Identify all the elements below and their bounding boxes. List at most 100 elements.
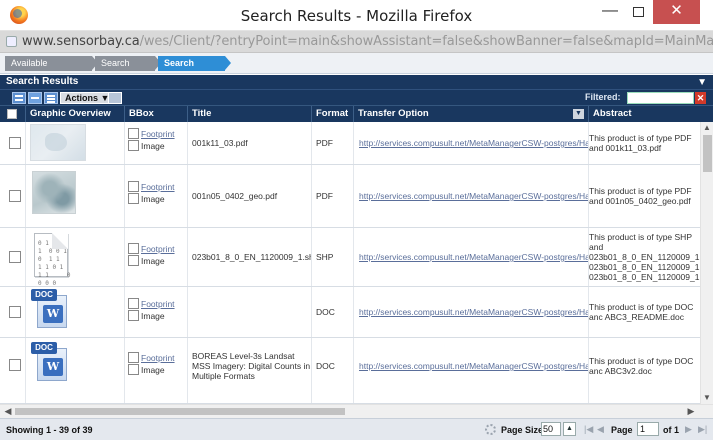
page-number-input[interactable]: 1 xyxy=(637,422,659,436)
image-checkbox[interactable] xyxy=(128,140,139,151)
table-row[interactable]: Footprint Image 001n05_0402_geo.pdf PDF … xyxy=(0,165,700,228)
table-row[interactable]: DOC W Footprint Image BOREAS Level-3s La… xyxy=(0,338,700,404)
site-identity-icon[interactable] xyxy=(6,36,17,47)
row-abstract: This product is of type SHP and 023b01_8… xyxy=(589,232,700,282)
clear-filter-button[interactable]: ✕ xyxy=(695,92,706,104)
next-page-icon[interactable]: ▶ xyxy=(685,424,692,435)
footprint-link[interactable]: Footprint xyxy=(141,353,175,363)
pagination-bar: Showing 1 - 39 of 39 Page Size: 50 ▲ |◀ … xyxy=(0,418,713,440)
transfer-link[interactable]: http://services.compusult.net/MetaManage… xyxy=(359,307,588,317)
results-table: Footprint Image 001k11_03.pdf PDF http:/… xyxy=(0,122,700,404)
page-size-dropdown-icon[interactable]: ▲ xyxy=(563,422,576,436)
breadcrumb-available-collections[interactable]: Available Collections xyxy=(5,56,98,83)
image-checkbox[interactable] xyxy=(128,364,139,375)
column-header-bbox[interactable]: BBox xyxy=(125,106,188,123)
select-all-checkbox[interactable] xyxy=(0,106,26,123)
actions-menu-button[interactable]: Actions ▼ xyxy=(60,92,115,104)
image-label: Image xyxy=(141,141,165,151)
results-toolbar: Actions ▼ Filtered: ✕ xyxy=(0,89,713,105)
row-format: DOC xyxy=(316,361,335,371)
row-checkbox[interactable] xyxy=(9,359,21,371)
scroll-right-icon[interactable]: ▶ xyxy=(685,405,697,418)
map-thumbnail[interactable] xyxy=(32,171,76,214)
table-row[interactable]: Footprint Image 001k11_03.pdf PDF http:/… xyxy=(0,122,700,165)
scroll-down-icon[interactable]: ▼ xyxy=(701,392,713,404)
maximize-button[interactable] xyxy=(624,0,652,24)
table-row[interactable]: DOC W Footprint Image DOC http://service… xyxy=(0,287,700,338)
column-header-format[interactable]: Format xyxy=(312,106,354,123)
vertical-scroll-thumb[interactable] xyxy=(703,135,712,172)
image-checkbox[interactable] xyxy=(128,310,139,321)
page-label: Page xyxy=(611,425,633,435)
row-format: DOC xyxy=(316,307,335,317)
filter-input[interactable] xyxy=(627,92,694,104)
column-header-abstract[interactable]: Abstract xyxy=(589,106,702,123)
row-format: SHP xyxy=(316,252,334,262)
transfer-link[interactable]: http://services.compusult.net/MetaManage… xyxy=(359,361,588,371)
image-checkbox[interactable] xyxy=(128,255,139,266)
url-path: /wes/Client/?entryPoint=main&showAssista… xyxy=(139,34,713,49)
row-abstract: This product is of type PDF and 001n05_0… xyxy=(589,186,692,206)
close-window-button[interactable]: ✕ xyxy=(653,0,700,24)
list-view-icon[interactable] xyxy=(44,92,58,104)
column-header-title[interactable]: Title xyxy=(188,106,312,123)
transfer-option-label: Transfer Option xyxy=(358,108,429,119)
horizontal-scrollbar[interactable]: ◀ ▶ xyxy=(0,404,713,418)
grid-view-icon[interactable] xyxy=(12,92,26,104)
row-checkbox[interactable] xyxy=(9,137,21,149)
footprint-link[interactable]: Footprint xyxy=(141,244,175,254)
column-header-graphic-overview[interactable]: Graphic Overview xyxy=(26,106,125,123)
image-checkbox[interactable] xyxy=(128,193,139,204)
tile-view-icon[interactable] xyxy=(28,92,42,104)
image-label: Image xyxy=(141,311,165,321)
breadcrumb-search-criteria[interactable]: Search Criteria xyxy=(95,56,161,83)
row-abstract: This product is of type DOC anc ABC3v2.d… xyxy=(589,356,694,376)
footprint-link[interactable]: Footprint xyxy=(141,182,175,192)
horizontal-scroll-thumb[interactable] xyxy=(15,408,345,415)
last-page-icon[interactable]: ▶| xyxy=(698,424,707,435)
map-thumbnail[interactable] xyxy=(30,124,86,161)
scroll-up-icon[interactable]: ▲ xyxy=(701,122,713,134)
breadcrumb-search-results[interactable]: Search Results xyxy=(158,56,231,83)
url-text[interactable]: www.sensorbay.ca/wes/Client/?entryPoint=… xyxy=(22,34,713,49)
page-size-label: Page Size: xyxy=(501,425,547,435)
table-row[interactable]: 0 1 1 0 0 1 0 1 1 1 1 0 1 1 1 0 0 0 0 Fo… xyxy=(0,228,700,287)
scroll-left-icon[interactable]: ◀ xyxy=(2,405,14,418)
binary-file-icon[interactable]: 0 1 1 0 0 1 0 1 1 1 1 0 1 1 1 0 0 0 0 xyxy=(34,233,71,286)
column-header-transfer-option[interactable]: Transfer Option ▼ xyxy=(354,106,589,123)
export-icon[interactable] xyxy=(108,92,122,104)
table-header: Graphic Overview BBox Title Format Trans… xyxy=(0,105,713,123)
row-checkbox[interactable] xyxy=(9,251,21,263)
url-domain: www.sensorbay.ca xyxy=(22,34,140,49)
previous-page-icon[interactable]: ◀ xyxy=(597,424,604,435)
column-menu-icon[interactable]: ▼ xyxy=(573,109,584,119)
page-size-input[interactable]: 50 xyxy=(541,422,561,436)
refresh-icon[interactable] xyxy=(485,424,496,435)
transfer-link[interactable]: http://services.compusult.net/MetaManage… xyxy=(359,191,588,201)
row-checkbox[interactable] xyxy=(9,306,21,318)
footprint-checkbox[interactable] xyxy=(128,298,139,309)
footprint-checkbox[interactable] xyxy=(128,243,139,254)
footprint-link[interactable]: Footprint xyxy=(141,129,175,139)
first-page-icon[interactable]: |◀ xyxy=(584,424,593,435)
address-bar[interactable]: www.sensorbay.ca/wes/Client/?entryPoint=… xyxy=(0,31,713,53)
footprint-checkbox[interactable] xyxy=(128,128,139,139)
image-label: Image xyxy=(141,194,165,204)
footprint-checkbox[interactable] xyxy=(128,352,139,363)
row-checkbox[interactable] xyxy=(9,190,21,202)
transfer-link[interactable]: http://services.compusult.net/MetaManage… xyxy=(359,252,588,262)
footprint-checkbox[interactable] xyxy=(128,181,139,192)
word-doc-icon[interactable]: DOC W xyxy=(31,289,71,329)
breadcrumb: Available Collections Search Criteria Se… xyxy=(0,53,713,83)
row-title: 001n05_0402_geo.pdf xyxy=(192,191,278,201)
footprint-link[interactable]: Footprint xyxy=(141,299,175,309)
vertical-scrollbar[interactable]: ▲ ▼ xyxy=(700,122,713,404)
filtered-label: Filtered: xyxy=(585,92,621,102)
row-abstract: This product is of type PDF and 001k11_0… xyxy=(589,133,692,153)
minimize-button[interactable]: — xyxy=(596,0,624,24)
image-label: Image xyxy=(141,365,165,375)
word-doc-icon[interactable]: DOC W xyxy=(31,342,71,382)
transfer-link[interactable]: http://services.compusult.net/MetaManage… xyxy=(359,138,588,148)
funnel-icon[interactable]: ▼ xyxy=(697,76,707,90)
maximize-icon xyxy=(632,7,644,17)
